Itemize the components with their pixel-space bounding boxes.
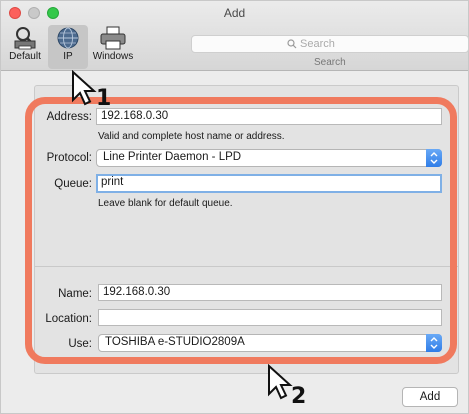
toolbar-windows-label: Windows: [92, 51, 134, 62]
search-label: Search: [314, 57, 346, 68]
globe-icon: [57, 27, 79, 49]
default-printer-icon: [14, 27, 36, 50]
search-placeholder: Search: [300, 38, 335, 50]
add-printer-window: Add Default IP Windows Search Search Add…: [0, 0, 469, 414]
add-button[interactable]: Add: [402, 387, 458, 407]
toolbar-default[interactable]: Default: [5, 25, 45, 69]
toolbar-ip-label: IP: [63, 51, 73, 62]
callout-number-2: 2: [291, 384, 307, 409]
toolbar-windows[interactable]: Windows: [91, 25, 135, 69]
toolbar-default-label: Default: [9, 51, 41, 62]
search-input[interactable]: Search: [191, 35, 469, 53]
pointer-cursor-icon: [268, 364, 293, 400]
search-icon: [287, 39, 297, 49]
highlight-frame: [25, 97, 457, 364]
pointer-cursor-icon: [72, 70, 97, 106]
callout-number-1: 1: [96, 86, 112, 111]
window-title: Add: [223, 6, 246, 20]
title-bar: Add Default IP Windows Search Search: [1, 1, 469, 71]
toolbar-ip[interactable]: IP: [48, 25, 88, 69]
printer-icon: [100, 26, 126, 50]
